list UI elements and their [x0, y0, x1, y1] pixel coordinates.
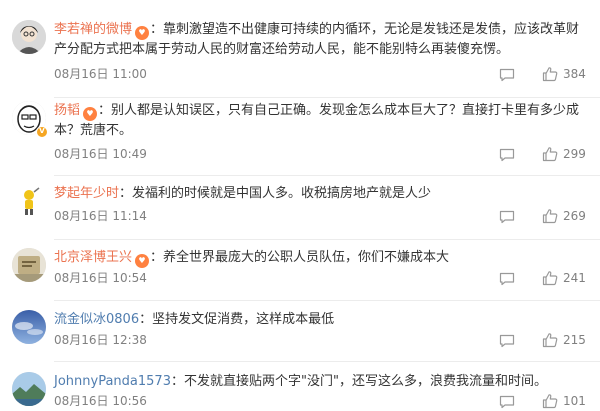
fan-heart-icon: ♥	[135, 254, 150, 268]
username-link[interactable]: 北京泽博王兴	[54, 250, 132, 265]
avatar-sky-image	[12, 310, 46, 344]
like-button[interactable]: 241	[542, 269, 586, 287]
like-button[interactable]: 101	[542, 392, 586, 410]
comment-meta: 08月16日 10:56 101	[54, 392, 586, 410]
comment-time: 08月16日 10:49	[54, 147, 147, 161]
comment-body: 流金似冰0806：坚持发文促消费，这样成本最低	[54, 312, 335, 327]
comment-feed: 李若禅的微博 ♥ ：靠刺激望造不出健康可持续的内循环，无论是发钱还是发债，应该改革财…	[0, 0, 600, 411]
comment-icon[interactable]	[499, 333, 515, 348]
verified-badge-icon: V	[36, 126, 48, 138]
username-link[interactable]: JohnnyPanda1573	[54, 374, 171, 389]
comment-body: 李若禅的微博 ♥ ：靠刺激望造不出健康可持续的内循环，无论是发钱还是发债，应该改革财…	[54, 22, 580, 57]
thumbs-up-icon	[542, 209, 558, 224]
comment-text: 坚持发文促消费，这样成本最低	[152, 312, 335, 327]
comment-text: 养全世界最庞大的公职人员队伍，你们不嫌成本大	[163, 250, 450, 265]
divider	[54, 361, 600, 362]
comment-time: 08月16日 11:14	[54, 209, 147, 223]
like-count: 269	[563, 209, 586, 223]
comment-meta: 08月16日 11:00 384	[54, 65, 586, 83]
comment-icon[interactable]	[499, 271, 515, 286]
like-button[interactable]: 384	[542, 65, 586, 83]
like-button[interactable]: 215	[542, 331, 586, 349]
thumbs-up-icon	[542, 147, 558, 162]
comment-icon[interactable]	[499, 209, 515, 224]
fan-heart-icon: ♥	[83, 107, 98, 121]
divider	[54, 175, 600, 176]
comment-text: 靠刺激望造不出健康可持续的内循环，无论是发钱还是发债，应该改革财产分配方式把本属…	[54, 22, 580, 57]
thumbs-up-icon	[542, 67, 558, 82]
like-button[interactable]: 269	[542, 207, 586, 225]
divider	[54, 239, 600, 240]
avatar[interactable]	[12, 310, 46, 344]
avatar[interactable]	[12, 248, 46, 282]
comment-meta: 08月16日 10:54 241	[54, 269, 586, 287]
like-count: 299	[563, 147, 586, 161]
thumbs-up-icon	[542, 394, 558, 409]
comment-body: 梦起年少时：发福利的时候就是中国人多。收税搞房地产就是人少	[54, 186, 432, 201]
divider	[54, 97, 600, 98]
like-count: 101	[563, 394, 586, 408]
avatar[interactable]	[12, 184, 46, 218]
comment-time: 08月16日 10:54	[54, 271, 147, 285]
comment-time: 08月16日 11:00	[54, 67, 147, 81]
comment-text: 不发就直接贴两个字"没门"，还写这么多，浪费我流量和时间。	[183, 374, 547, 389]
comment-meta: 08月16日 12:38 215	[54, 331, 586, 349]
username-link[interactable]: 梦起年少时	[54, 186, 119, 201]
username-link[interactable]: 扬韬	[54, 103, 80, 118]
like-count: 241	[563, 271, 586, 285]
fan-heart-icon: ♥	[135, 26, 150, 40]
comment-time: 08月16日 10:56	[54, 394, 147, 408]
divider	[54, 300, 600, 301]
avatar-block-image	[12, 248, 46, 282]
thumbs-up-icon	[542, 333, 558, 348]
avatar[interactable]	[12, 372, 46, 406]
avatar-portrait-image	[12, 20, 46, 54]
avatar-landscape-image	[12, 372, 46, 406]
comment-time: 08月16日 12:38	[54, 333, 147, 347]
username-link[interactable]: 流金似冰0806	[54, 312, 139, 327]
comment-icon[interactable]	[499, 147, 515, 162]
comment-icon[interactable]	[499, 67, 515, 82]
comment-text: 别人都是认知误区，只有自己正确。发现金怎么成本巨大了？直接打卡里有多少成本？荒唐…	[54, 103, 580, 138]
like-count: 384	[563, 67, 586, 81]
comment-icon[interactable]	[499, 394, 515, 409]
comment-body: 扬韬 ♥ ：别人都是认知误区，只有自己正确。发现金怎么成本巨大了？直接打卡里有多少成…	[54, 103, 580, 138]
username-link[interactable]: 李若禅的微博	[54, 22, 132, 37]
comment-meta: 08月16日 11:14 269	[54, 207, 586, 225]
like-count: 215	[563, 333, 586, 347]
avatar[interactable]	[12, 20, 46, 54]
comment-body: JohnnyPanda1573：不发就直接贴两个字"没门"，还写这么多，浪费我流…	[54, 374, 547, 389]
like-button[interactable]: 299	[542, 145, 586, 163]
avatar-figure-image	[12, 184, 46, 218]
comment-meta: 08月16日 10:49 299	[54, 145, 586, 163]
comment-body: 北京泽博王兴 ♥ ：养全世界最庞大的公职人员队伍，你们不嫌成本大	[54, 248, 584, 268]
comment-text: 发福利的时候就是中国人多。收税搞房地产就是人少	[132, 186, 432, 201]
thumbs-up-icon	[542, 271, 558, 286]
